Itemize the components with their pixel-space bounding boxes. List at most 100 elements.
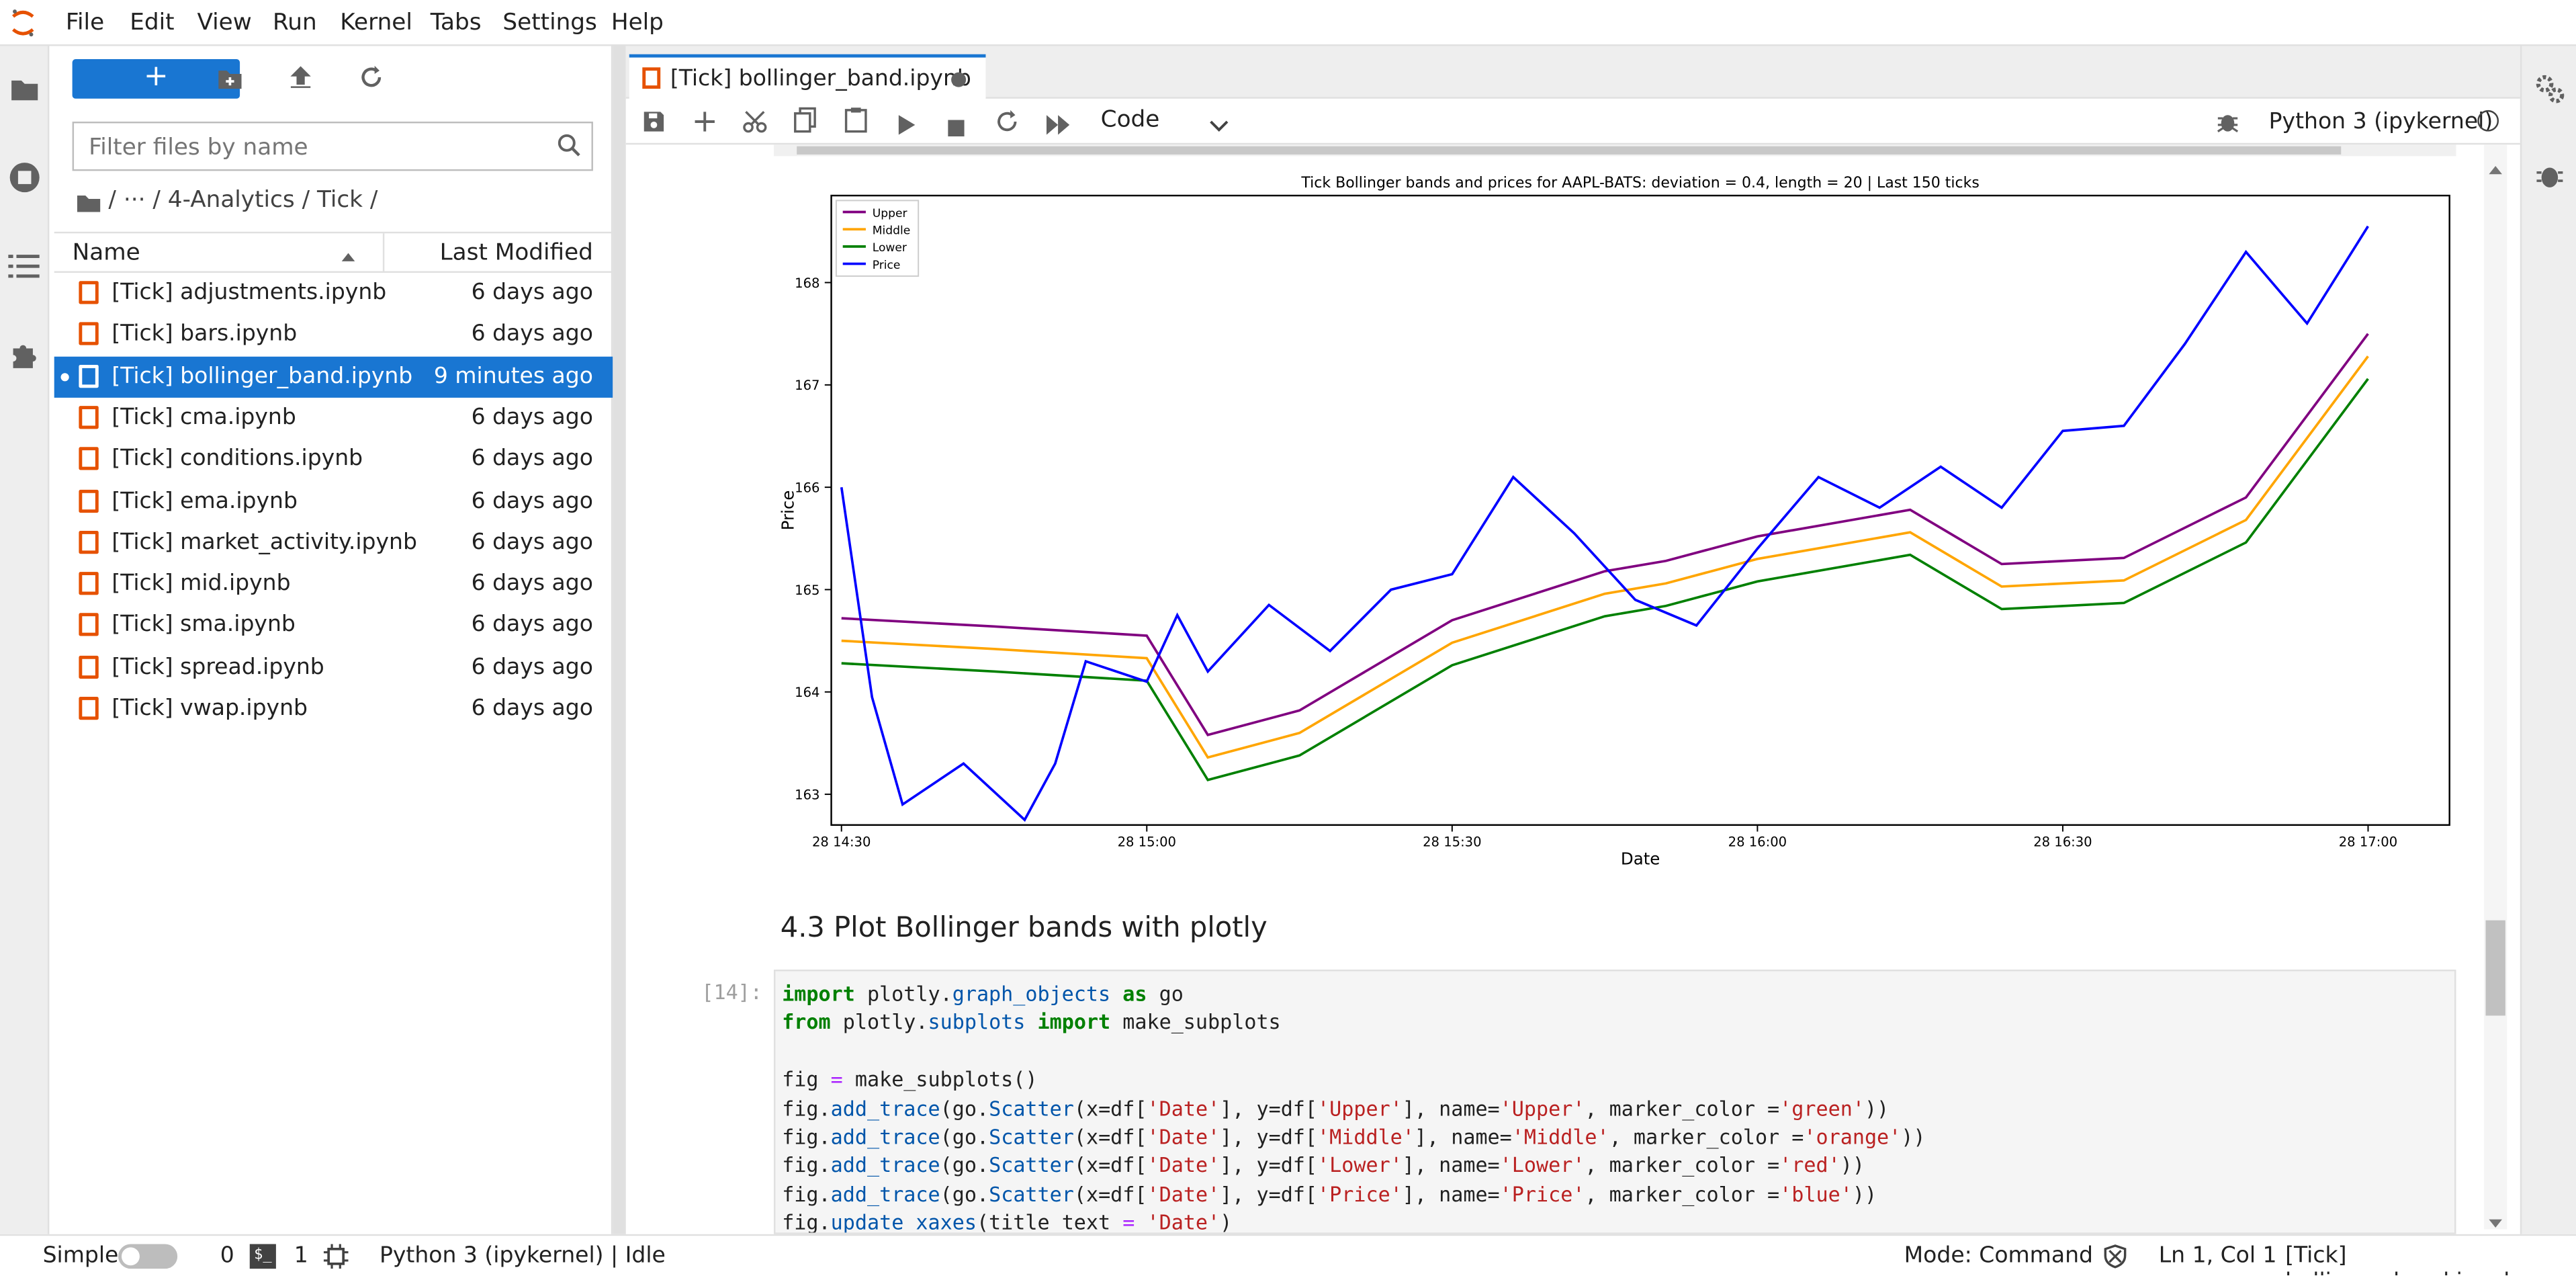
run-icon[interactable] [897, 110, 916, 141]
y-tick-label: 167 [795, 378, 819, 393]
plot-frame [830, 194, 2450, 826]
file-row[interactable]: [Tick] sma.ipynb 6 days ago [54, 605, 613, 646]
status-file-name: [Tick] bollinger_band.ipynb [2285, 1242, 2518, 1275]
cut-icon[interactable] [743, 108, 768, 139]
running-icon[interactable] [8, 161, 41, 201]
menu-kernel[interactable]: Kernel [340, 10, 412, 36]
file-row[interactable]: [Tick] vwap.ipynb 6 days ago [54, 689, 613, 730]
file-row[interactable]: [Tick] bollinger_band.ipynb 9 minutes ago [54, 355, 613, 397]
file-list-header: Name Last Modified [54, 231, 613, 273]
terminal-icon: $_ [249, 1244, 276, 1269]
search-icon [557, 133, 582, 164]
menu-edit[interactable]: Edit [130, 10, 174, 36]
legend-label-middle: Middle [873, 224, 911, 238]
restart-icon[interactable] [995, 108, 1018, 139]
simple-mode-label: Simple [42, 1242, 119, 1269]
simple-mode-toggle[interactable] [118, 1244, 178, 1269]
x-tick-label: 28 16:00 [1728, 835, 1787, 850]
add-cell-icon[interactable] [693, 108, 716, 139]
x-tick-label: 28 14:30 [812, 835, 871, 850]
open-indicator-icon [60, 372, 69, 381]
notebook-icon [79, 323, 99, 346]
no-trust-icon[interactable] [2103, 1244, 2128, 1275]
cell-prompt: [14]: [701, 981, 762, 1005]
notebook-icon [642, 67, 661, 89]
kernel-count[interactable]: 1 [294, 1242, 308, 1269]
jupyter-logo-icon[interactable] [10, 7, 36, 40]
tab-bollinger-band[interactable]: [Tick] bollinger_band.ipynb [629, 54, 986, 101]
file-modified: 6 days ago [471, 279, 593, 306]
output-hscroll-thumb[interactable] [797, 146, 2342, 155]
kernel-status-circle-icon [2477, 110, 2499, 132]
file-name: [Tick] bars.ipynb [112, 321, 298, 347]
new-launcher-button[interactable]: + [72, 59, 240, 99]
notebook-scrollbar-thumb[interactable] [2485, 920, 2505, 1016]
file-modified: 6 days ago [471, 404, 593, 431]
section-heading: 4.3 Plot Bollinger bands with plotly [780, 912, 1268, 945]
breadcrumb-home-icon[interactable] [76, 189, 102, 220]
file-modified: 6 days ago [471, 529, 593, 556]
menu-tabs[interactable]: Tabs [431, 10, 482, 36]
right-activity-bar [2520, 46, 2576, 1234]
notebook-icon [79, 281, 99, 304]
file-filter-input[interactable]: Filter files by name [72, 121, 593, 171]
notebook-scrollbar[interactable] [2484, 144, 2507, 1230]
menu-settings[interactable]: Settings [502, 10, 596, 36]
unsaved-dot-icon[interactable] [951, 72, 967, 87]
bollinger-chart: Tick Bollinger bands and prices for AAPL… [778, 175, 2450, 868]
property-inspector-icon[interactable] [2533, 73, 2566, 112]
extension-icon[interactable] [8, 339, 41, 378]
column-modified-header[interactable]: Last Modified [440, 240, 593, 266]
stop-icon[interactable] [948, 112, 965, 142]
file-row[interactable]: [Tick] adjustments.ipynb 6 days ago [54, 273, 613, 314]
refresh-icon[interactable] [358, 64, 384, 97]
fast-forward-icon[interactable] [1046, 110, 1070, 141]
column-name-header[interactable]: Name [73, 240, 140, 266]
folder-icon[interactable] [10, 76, 40, 109]
save-icon[interactable] [642, 108, 665, 139]
file-row[interactable]: [Tick] market_activity.ipynb 6 days ago [54, 522, 613, 563]
kernel-status[interactable]: Python 3 (ipykernel) | Idle [380, 1242, 666, 1269]
notebook-icon [79, 364, 99, 388]
menu-file[interactable]: File [66, 10, 104, 36]
y-tick-label: 166 [795, 480, 819, 495]
scroll-up-icon[interactable] [2487, 151, 2503, 182]
upload-icon[interactable] [287, 64, 314, 97]
kernel-name[interactable]: Python 3 (ipykernel) [2269, 108, 2493, 134]
file-row[interactable]: [Tick] mid.ipynb 6 days ago [54, 564, 613, 605]
legend-label-upper: Upper [873, 207, 908, 220]
breadcrumb[interactable]: / ··· / 4-Analytics / Tick / [108, 187, 377, 214]
chart-title: Tick Bollinger bands and prices for AAPL… [1300, 175, 1979, 192]
new-folder-icon[interactable] [217, 66, 243, 97]
file-row[interactable]: [Tick] ema.ipynb 6 days ago [54, 480, 613, 521]
copy-icon[interactable] [793, 107, 816, 140]
menu-help[interactable]: Help [611, 10, 664, 36]
menu-view[interactable]: View [197, 10, 251, 36]
toc-icon[interactable] [8, 253, 41, 286]
status-bar: Simple 0 $_ 1 Python 3 (ipykernel) | Idl… [0, 1234, 2576, 1275]
file-modified: 6 days ago [471, 695, 593, 722]
kernel-chip-icon [323, 1244, 349, 1275]
debugger-icon[interactable] [2216, 108, 2239, 139]
notebook-icon [79, 697, 99, 720]
file-name: [Tick] adjustments.ipynb [112, 279, 387, 306]
file-name: [Tick] cma.ipynb [112, 404, 296, 431]
terminal-count[interactable]: 0 [220, 1242, 234, 1269]
cursor-position[interactable]: Ln 1, Col 1 [2159, 1242, 2277, 1269]
y-tick-label: 163 [795, 787, 819, 802]
file-row[interactable]: [Tick] spread.ipynb 6 days ago [54, 647, 613, 688]
cell-type-select[interactable]: Code [1091, 103, 1235, 138]
debugger-panel-icon[interactable] [2536, 161, 2563, 198]
panel-splitter[interactable] [613, 46, 626, 1234]
paste-icon[interactable] [844, 107, 867, 140]
y-tick-label: 164 [795, 685, 819, 700]
file-row[interactable]: [Tick] cma.ipynb 6 days ago [54, 398, 613, 439]
scroll-down-icon[interactable] [2487, 1205, 2503, 1236]
file-row[interactable]: [Tick] bars.ipynb 6 days ago [54, 314, 613, 355]
menubar: File Edit View Run Kernel Tabs Settings … [0, 0, 2576, 46]
file-row[interactable]: [Tick] conditions.ipynb 6 days ago [54, 439, 613, 480]
file-modified: 6 days ago [471, 445, 593, 472]
menu-run[interactable]: Run [273, 10, 317, 36]
file-modified: 9 minutes ago [433, 362, 593, 389]
code-cell-editor[interactable]: import plotly.graph_objects as go from p… [773, 970, 2456, 1234]
